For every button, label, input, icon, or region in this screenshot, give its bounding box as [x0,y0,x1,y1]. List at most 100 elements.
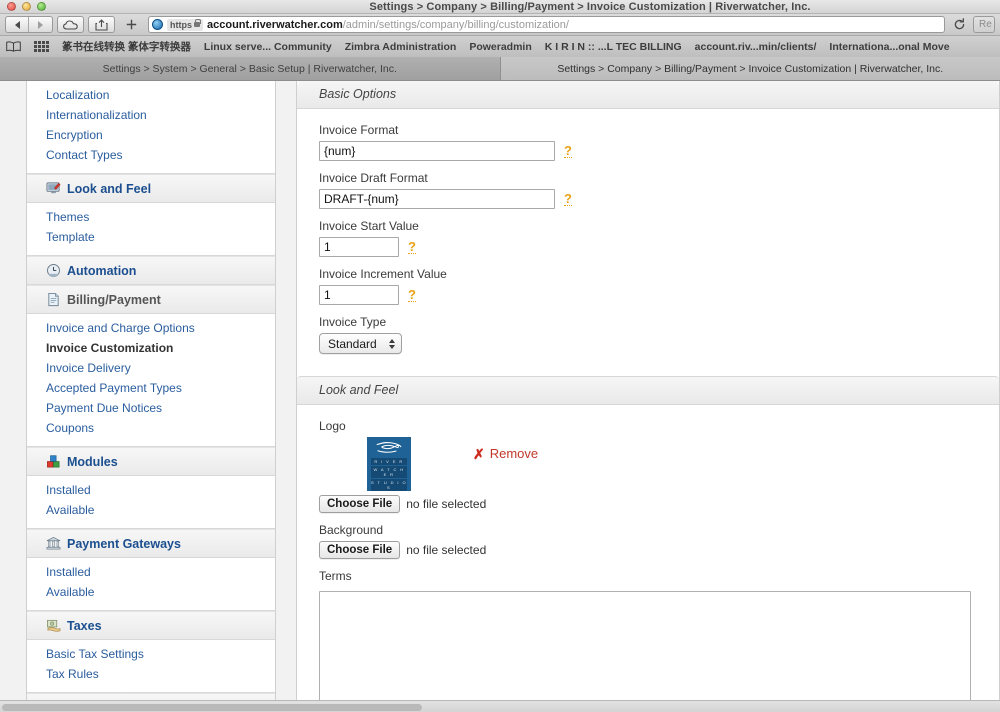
top-sites-button[interactable] [34,41,49,52]
sidebar-section-automation[interactable]: Automation [27,256,275,285]
sidebar-item-invoice-customization[interactable]: Invoice Customization [27,338,275,358]
terms-textarea[interactable] [319,591,971,712]
bookmark-item[interactable]: Internationa...onal Move [829,41,949,53]
sidebar-section-payment-gateways[interactable]: Payment Gateways [27,529,275,558]
invoice-type-selected-value: Standard [328,336,377,351]
invoice-start-value-label: Invoice Start Value [319,219,419,233]
horizontal-scrollbar[interactable] [0,700,1000,712]
url-host: account.riverwatcher.com [207,18,343,31]
field-logo: Logo R I V E R W A T C H E R S T U D I O… [319,419,999,513]
invoice-type-label: Invoice Type [319,315,387,329]
field-invoice-type: Invoice Type Standard [319,315,999,354]
reader-button[interactable]: Re [973,16,995,33]
address-bar-url: account.riverwatcher.com/admin/settings/… [207,19,569,31]
navigation-buttons [5,16,53,33]
invoice-start-value-row: ? [319,237,999,257]
sidebar-item-internationalization[interactable]: Internationalization [27,105,275,125]
background-file-row: Choose File no file selected [319,541,999,559]
sidebar-item-contact-types[interactable]: Contact Types [27,145,275,165]
sidebar-item-modules-available[interactable]: Available [27,500,275,520]
background-file-status: no file selected [406,543,487,557]
bookmark-item[interactable]: account.riv...min/clients/ [695,41,817,53]
browser-window: Settings > Company > Billing/Payment > I… [0,0,1000,712]
page-viewport: Localization Internationalization Encryp… [0,81,1000,712]
sidebar-section-title: Payment Gateways [67,536,181,551]
invoice-draft-format-label: Invoice Draft Format [319,171,428,185]
sidebar-item-modules-installed[interactable]: Installed [27,480,275,500]
tab-basic-setup[interactable]: Settings > System > General > Basic Setu… [0,57,501,80]
document-icon [48,292,59,307]
sidebar-item-encryption[interactable]: Encryption [27,125,275,145]
logo-word-watcher: W A T C H E R [371,466,407,478]
x-close-icon: ✗ [473,445,485,462]
logo-preview-column: R I V E R W A T C H E R S T U D I O S [319,437,411,491]
invoice-increment-value-label: Invoice Increment Value [319,267,447,281]
sidebar-item-gateways-available[interactable]: Available [27,582,275,602]
address-bar[interactable]: https account.riverwatcher.com/admin/set… [148,16,945,33]
logo-wordmark: R I V E R W A T C H E R S T U D I O S [367,458,411,491]
sidebar-section-title: Billing/Payment [67,292,161,307]
sidebar-item-template[interactable]: Template [27,227,275,247]
field-invoice-draft-format: Invoice Draft Format ? [319,171,999,209]
grid-icon [34,41,49,52]
horizontal-scrollbar-thumb[interactable] [2,704,422,711]
bookmark-item[interactable]: Linux serve... Community [204,41,332,53]
invoice-type-select[interactable]: Standard [319,333,402,354]
remove-logo-button[interactable]: ✗ Remove [473,446,538,461]
sidebar-item-payment-due-notices[interactable]: Payment Due Notices [27,398,275,418]
background-choose-file-button[interactable]: Choose File [319,541,401,559]
invoice-increment-value-row: ? [319,285,999,305]
basic-options-header: Basic Options [297,81,999,109]
sidebar-item-gateways-installed[interactable]: Installed [27,562,275,582]
sidebar-section-billing-payment[interactable]: Billing/Payment [27,285,275,314]
bookmark-item[interactable]: 篆书在线转换 篆体字转换器 [62,39,191,54]
basic-options-form: Invoice Format ? Invoice Draft Format ? [297,109,999,376]
tab-invoice-customization[interactable]: Settings > Company > Billing/Payment > I… [500,57,1000,80]
new-tab-button[interactable] [119,16,144,33]
reload-button[interactable] [949,16,969,33]
sidebar-item-invoice-delivery[interactable]: Invoice Delivery [27,358,275,378]
settings-page: Localization Internationalization Encryp… [0,81,1000,712]
logo-row: R I V E R W A T C H E R S T U D I O S ✗ … [319,437,999,491]
invoice-format-help-icon[interactable]: ? [564,144,572,158]
share-button[interactable] [88,16,115,33]
forward-button[interactable] [29,17,52,32]
sidebar-item-accepted-payment-types[interactable]: Accepted Payment Types [27,378,275,398]
bookmark-item[interactable]: K I R I N :: ...L TEC BILLING [545,41,682,53]
settings-sidebar: Localization Internationalization Encryp… [26,81,276,712]
reload-icon [954,18,964,30]
invoice-customization-panel: Basic Options Invoice Format ? Invoice D… [296,81,1000,712]
sidebar-toggle-button[interactable] [6,41,21,52]
invoice-format-input[interactable] [319,141,555,161]
sidebar-item-tax-rules[interactable]: Tax Rules [27,664,275,684]
sidebar-section-modules[interactable]: Modules [27,447,275,476]
sidebar-section-title: Taxes [67,618,102,633]
logo-choose-file-button[interactable]: Choose File [319,495,401,513]
back-button[interactable] [6,17,29,32]
invoice-draft-format-help-icon[interactable]: ? [564,192,572,206]
sidebar-item-localization[interactable]: Localization [27,85,275,105]
bookmark-item[interactable]: Zimbra Administration [345,41,457,53]
invoice-increment-value-help-icon[interactable]: ? [408,288,416,302]
invoice-draft-format-input[interactable] [319,189,555,209]
site-favicon-icon [152,19,163,30]
background-label: Background [319,523,384,537]
bookmarks-bar: 篆书在线转换 篆体字转换器 Linux serve... Community Z… [0,36,1000,58]
sidebar-item-themes[interactable]: Themes [27,207,275,227]
invoice-start-value-help-icon[interactable]: ? [408,240,416,254]
sidebar-section-taxes[interactable]: Taxes [27,611,275,640]
invoice-start-value-input[interactable] [319,237,399,257]
icloud-tabs-button[interactable] [57,16,84,33]
sidebar-item-basic-tax-settings[interactable]: Basic Tax Settings [27,644,275,664]
sidebar-section-look-and-feel[interactable]: Look and Feel [27,174,275,203]
bookmark-item[interactable]: Poweradmin [469,41,531,53]
sidebar-group-payment-gateways: Installed Available [27,558,275,611]
content-container: Basic Options Invoice Format ? Invoice D… [290,81,1000,712]
invoice-increment-value-input[interactable] [319,285,399,305]
sidebar-item-coupons[interactable]: Coupons [27,418,275,438]
company-logo-image: R I V E R W A T C H E R S T U D I O S [367,437,411,491]
blocks-icon [47,455,60,468]
field-background: Background Choose File no file selected [319,523,999,559]
sidebar-item-invoice-and-charge-options[interactable]: Invoice and Charge Options [27,318,275,338]
logo-file-status: no file selected [406,497,487,511]
